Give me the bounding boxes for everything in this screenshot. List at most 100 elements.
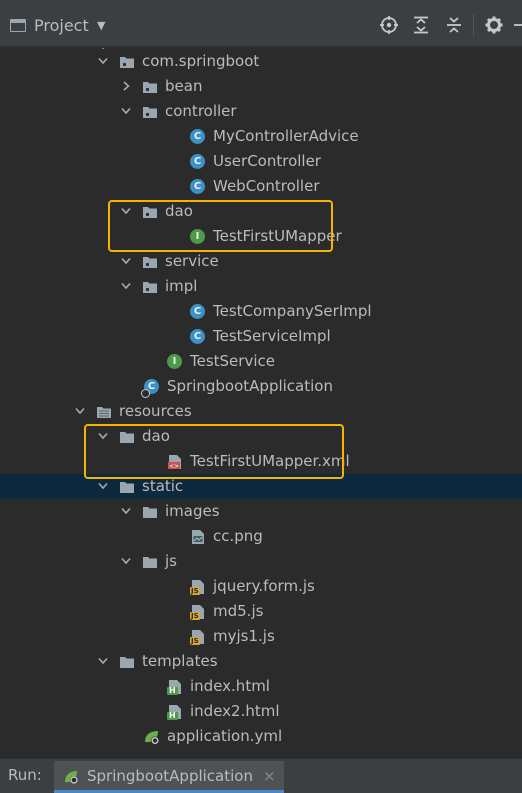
file-type-badge: H — [167, 711, 178, 720]
js-file-icon: JS — [190, 629, 206, 645]
tree-item-label: cc.png — [213, 527, 263, 545]
tree-item-label: SpringbootApplication — [167, 377, 333, 395]
tree-row[interactable]: resources — [0, 399, 522, 424]
icon-letter: C — [193, 181, 202, 192]
tree-row[interactable]: JS jquery.form.js — [0, 574, 522, 599]
chevron-down-icon[interactable] — [120, 555, 132, 567]
tree-item-label: TestCompanySerImpl — [213, 302, 372, 320]
tree-row[interactable]: com.springboot — [0, 49, 522, 74]
folder-icon — [142, 555, 158, 569]
tree-row[interactable]: C UserController — [0, 149, 522, 174]
tree-item-label: WebController — [213, 177, 320, 195]
chevron-down-icon[interactable] — [97, 655, 109, 667]
folder-icon — [119, 480, 135, 494]
tree-item-label: myjs1.js — [213, 627, 275, 645]
tree-row[interactable]: service — [0, 249, 522, 274]
tree-row[interactable]: cc.png — [0, 524, 522, 549]
spring-config-file-icon — [144, 729, 160, 745]
tree-row[interactable]: JS myjs1.js — [0, 624, 522, 649]
tree-item-label: TestService — [190, 352, 275, 370]
package-folder-icon — [142, 280, 158, 294]
image-file-icon — [190, 529, 206, 545]
toolbar-divider — [473, 14, 474, 36]
tree-item-label: images — [165, 502, 220, 520]
tree-row[interactable]: Hindex2.html — [0, 699, 522, 724]
tree-item-label: controller — [165, 102, 237, 120]
tree-item-label: js — [165, 552, 177, 570]
collapse-all-icon[interactable] — [444, 15, 464, 35]
interface-icon: I — [167, 354, 182, 369]
chevron-down-icon[interactable] — [120, 255, 132, 267]
icon-letter: C — [193, 156, 202, 167]
tree-row[interactable]: Hindex.html — [0, 674, 522, 699]
chevron-down-icon[interactable] — [74, 405, 86, 417]
project-view-title[interactable]: Project — [34, 16, 89, 35]
package-folder-icon — [142, 255, 158, 269]
tree-row[interactable]: C MyControllerAdvice — [0, 124, 522, 149]
icon-letter: C — [193, 131, 202, 142]
run-tab-label: SpringbootApplication — [87, 767, 253, 785]
tree-item-label: service — [165, 252, 219, 270]
chevron-down-icon[interactable] — [120, 280, 132, 292]
tree-row[interactable]: C TestServiceImpl — [0, 324, 522, 349]
html-file-icon: H — [167, 679, 183, 695]
tree-row[interactable]: C SpringbootApplication — [0, 374, 522, 399]
minimize-icon[interactable] — [512, 15, 522, 35]
spring-boot-run-icon — [63, 769, 79, 785]
run-tool-window-bar: Run: SpringbootApplication × — [0, 758, 522, 793]
tree-row[interactable]: C TestCompanySerImpl — [0, 299, 522, 324]
tree-item-label: templates — [142, 652, 218, 670]
tree-item-label: index2.html — [190, 702, 280, 720]
folder-icon — [119, 655, 135, 669]
package-folder-icon — [119, 55, 135, 69]
tree-item-label: TestServiceImpl — [213, 327, 331, 345]
class-icon: C — [190, 129, 205, 144]
file-type-badge: JS — [190, 637, 200, 645]
locate-icon[interactable] — [379, 15, 399, 35]
package-folder-icon — [142, 80, 158, 94]
tree-row[interactable]: application.yml — [0, 724, 522, 749]
icon-letter: C — [193, 306, 202, 317]
tree-row[interactable]: images — [0, 499, 522, 524]
js-file-icon: JS — [190, 579, 206, 595]
tree-row[interactable]: JS md5.js — [0, 599, 522, 624]
resources-folder-icon — [96, 405, 112, 419]
tree-item-label: MyControllerAdvice — [213, 127, 359, 145]
tree-row[interactable]: impl — [0, 274, 522, 299]
spring-gear-icon — [141, 389, 150, 398]
chevron-right-icon[interactable] — [120, 80, 132, 92]
class-icon: C — [190, 304, 205, 319]
tree-row[interactable]: templates — [0, 649, 522, 674]
close-icon[interactable]: × — [263, 767, 276, 785]
tree-row[interactable]: bean — [0, 74, 522, 99]
chevron-down-icon[interactable] — [97, 55, 109, 67]
tree-item-label: resources — [119, 402, 192, 420]
run-tab-springboot-application[interactable]: SpringbootApplication × — [54, 761, 284, 793]
expand-all-icon[interactable] — [411, 15, 431, 35]
tree-item-label: static — [142, 477, 184, 495]
project-icon — [10, 19, 26, 32]
html-file-icon: H — [167, 704, 183, 720]
dropdown-caret-icon[interactable]: ▼ — [97, 19, 105, 32]
tree-row[interactable]: I TestService — [0, 349, 522, 374]
run-label: Run: — [8, 766, 42, 784]
chevron-down-icon[interactable] — [120, 505, 132, 517]
tree-item-label: impl — [165, 277, 198, 295]
tree-row[interactable]: js — [0, 549, 522, 574]
class-icon: C — [190, 154, 205, 169]
chevron-down-icon[interactable] — [97, 480, 109, 492]
project-toolbar: Project ▼ — [0, 0, 522, 47]
tree-item-label: application.yml — [167, 727, 283, 745]
chevron-down-icon[interactable] — [120, 105, 132, 117]
tree-item-label: com.springboot — [142, 52, 260, 70]
class-icon: C — [190, 329, 205, 344]
gear-icon[interactable] — [484, 15, 504, 35]
icon-letter: I — [172, 356, 177, 367]
highlight-box-dao-package — [108, 200, 333, 252]
tree-row[interactable]: controller — [0, 99, 522, 124]
package-folder-icon — [142, 105, 158, 119]
tree-row[interactable]: C WebController — [0, 174, 522, 199]
tree-item-label: index.html — [190, 677, 270, 695]
file-type-badge: JS — [190, 587, 200, 595]
js-file-icon: JS — [190, 604, 206, 620]
